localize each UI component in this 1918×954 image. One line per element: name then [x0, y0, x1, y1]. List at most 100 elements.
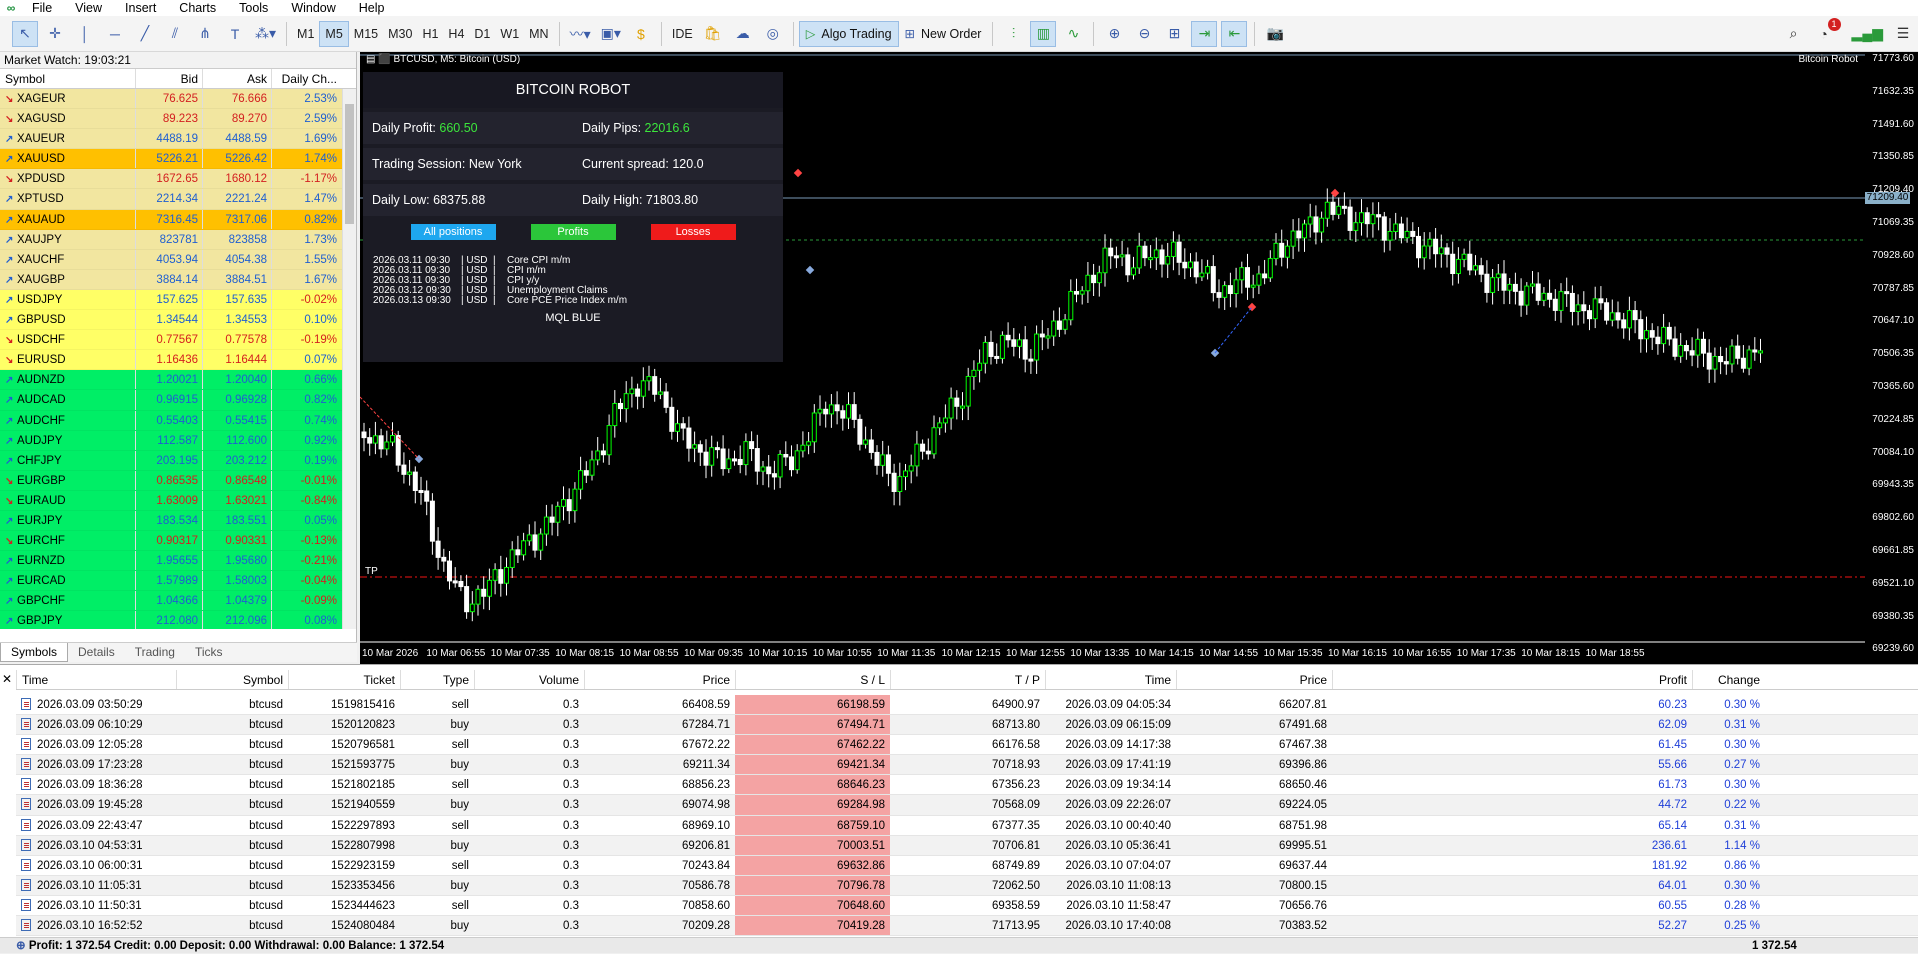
wifi-signal-icon[interactable]: ▂▄▆ [1849, 21, 1886, 47]
market-watch-row[interactable]: ↘ EURUSD 1.16436 1.16444 0.07% [0, 350, 356, 371]
history-col-header[interactable]: Price [1176, 670, 1332, 689]
history-row[interactable]: 2026.03.09 03:50:29 btcusd 1519815416 sell 0… [16, 695, 1918, 716]
history-col-header[interactable]: Symbol [176, 670, 288, 689]
account-icon[interactable]: ☰ [1890, 21, 1916, 47]
close-icon[interactable]: ✕ [0, 672, 14, 686]
market-watch-row[interactable]: ↗ EURJPY 183.534 183.551 0.05% [0, 510, 356, 532]
vertical-line-icon[interactable]: │ [72, 21, 98, 47]
market-watch-row[interactable]: ↗ GBPJPY 212.080 212.096 0.08% [0, 611, 356, 629]
horizontal-line-icon[interactable]: ─ [102, 21, 128, 47]
history-row[interactable]: 2026.03.10 04:53:31 btcusd 1522807998 buy 0.… [16, 835, 1918, 856]
history-row[interactable]: 2026.03.09 22:43:47 btcusd 1522297893 sell 0… [16, 815, 1918, 836]
market-watch-row[interactable]: ↗ EURNZD 1.95655 1.95680 -0.21% [0, 551, 356, 572]
templates-icon[interactable]: ▣▾ [598, 21, 624, 47]
market-watch-row[interactable]: ↗ EURCAD 1.57989 1.58003 -0.04% [0, 571, 356, 592]
autoscroll-icon[interactable]: ⇥ [1191, 20, 1218, 47]
screenshot-icon[interactable]: 📷 [1262, 21, 1288, 47]
menu-charts[interactable]: Charts [169, 0, 229, 16]
menu-view[interactable]: View [65, 0, 115, 16]
market-watch-row[interactable]: ↗ XAUGBP 3884.14 3884.51 1.67% [0, 269, 356, 290]
market-watch-row[interactable]: ↗ CHFJPY 203.195 203.212 0.19% [0, 450, 356, 471]
market-watch-row[interactable]: ↘ XPDUSD 1672.65 1680.12 -1.17% [0, 169, 356, 190]
timeframe-m1[interactable]: M1 [292, 21, 319, 47]
history-row[interactable]: 2026.03.09 19:45:28 btcusd 1521940559 buy 0.… [16, 795, 1918, 816]
market-watch-row[interactable]: ↘ EURAUD 1.63009 1.63021 -0.84% [0, 490, 356, 511]
timeframe-m5[interactable]: M5 [319, 20, 349, 47]
zoom-in-icon[interactable]: ⊕ [1101, 21, 1127, 47]
market-watch-scrollbar[interactable] [342, 89, 356, 629]
history-col-header[interactable]: T / P [890, 670, 1045, 689]
candlestick-icon[interactable]: ▥ [1030, 20, 1057, 47]
history-col-header[interactable]: Ticket [288, 670, 400, 689]
grid-icon[interactable]: ⊞ [1161, 21, 1187, 47]
market-watch-row[interactable]: ↗ AUDNZD 1.20021 1.20040 0.66% [0, 370, 356, 391]
market-watch-row[interactable]: ↗ USDJPY 157.625 157.635 -0.02% [0, 289, 356, 311]
market-watch-row[interactable]: ↗ XAUAUD 7316.45 7317.06 0.82% [0, 209, 356, 230]
history-col-header[interactable]: Price [584, 670, 735, 689]
price-axis[interactable]: 71773.60 71632.35 71491.60 71350.85 71209.40… [1865, 52, 1918, 664]
market-watch-row[interactable]: ↗ XAUEUR 4488.19 4488.59 1.69% [0, 129, 356, 150]
ide-button[interactable]: IDE [667, 21, 698, 47]
history-row[interactable]: 2026.03.09 17:23:28 btcusd 1521593775 buy 0.… [16, 755, 1918, 776]
market-icon[interactable]: 🛍 [700, 21, 726, 47]
notifications-icon[interactable]: ◔ 1 [1811, 17, 1841, 47]
history-row[interactable]: 2026.03.10 06:00:31 btcusd 1522923159 sell 0… [16, 855, 1918, 876]
market-watch-row[interactable]: ↗ GBPUSD 1.34544 1.34553 0.10% [0, 310, 356, 331]
market-watch-row[interactable]: ↘ XAGUSD 89.223 89.270 2.59% [0, 109, 356, 130]
timeframe-h1[interactable]: H1 [417, 21, 443, 47]
algo-trading-button[interactable]: ▷ Algo Trading [798, 20, 899, 47]
col-daily-change-header[interactable]: Daily Ch... [271, 69, 341, 88]
market-watch-row[interactable]: ↘ EURCHF 0.90317 0.90331 -0.13% [0, 531, 356, 552]
history-col-header[interactable]: Volume [474, 670, 584, 689]
menu-tools[interactable]: Tools [229, 0, 281, 16]
col-ask-header[interactable]: Ask [202, 69, 271, 88]
losses-button[interactable]: Losses [650, 224, 736, 240]
history-col-header[interactable]: Change [1692, 670, 1765, 689]
menu-insert[interactable]: Insert [115, 0, 169, 16]
market-watch-row[interactable]: ↗ XAUJPY 823781 823858 1.73% [0, 229, 356, 250]
tab-symbols[interactable]: Symbols [0, 643, 69, 662]
crosshair-icon[interactable]: ✛ [42, 21, 68, 47]
history-row[interactable]: 2026.03.09 18:36:28 btcusd 1521802185 sell 0… [16, 775, 1918, 796]
market-watch-row[interactable]: ↗ AUDJPY 112.587 112.600 0.92% [0, 430, 356, 451]
market-watch-row[interactable]: ↘ XAGEUR 76.625 76.666 2.53% [0, 89, 356, 110]
trendline-icon[interactable]: ╱ [132, 21, 158, 47]
line-chart-icon[interactable]: ∿ [1060, 21, 1086, 47]
bar-chart-icon[interactable]: ⫶ [1000, 21, 1026, 47]
market-watch-row[interactable]: ↗ AUDCAD 0.96915 0.96928 0.82% [0, 390, 356, 411]
history-row[interactable]: 2026.03.09 06:10:29 btcusd 1520120823 buy 0.… [16, 715, 1918, 736]
history-row[interactable]: 2026.03.10 11:05:31 btcusd 1523353456 buy 0.… [16, 875, 1918, 896]
history-row[interactable]: 2026.03.10 11:50:31 btcusd 1523444623 sell 0… [16, 895, 1918, 917]
col-bid-header[interactable]: Bid [135, 69, 202, 88]
shapes-icon[interactable]: ⁂▾ [252, 21, 279, 47]
channel-icon[interactable]: ⫽ [162, 21, 188, 47]
menu-window[interactable]: Window [281, 0, 348, 16]
new-order-button[interactable]: ⊞ New Order [899, 21, 988, 47]
market-watch-row[interactable]: ↗ XAUCHF 4053.94 4054.38 1.55% [0, 249, 356, 270]
timeframe-h4[interactable]: H4 [443, 21, 469, 47]
timeframe-mn[interactable]: MN [524, 21, 553, 47]
tab-trading[interactable]: Trading [125, 643, 185, 662]
all-positions-button[interactable]: All positions [410, 224, 496, 240]
text-tool-icon[interactable]: T [222, 21, 248, 47]
zoom-out-icon[interactable]: ⊖ [1131, 21, 1157, 47]
market-watch-row[interactable]: ↗ AUDCHF 0.55403 0.55415 0.74% [0, 410, 356, 431]
market-watch-row[interactable]: ↗ GBPCHF 1.04366 1.04379 -0.09% [0, 591, 356, 612]
scrollbar-thumb[interactable] [345, 104, 354, 224]
history-col-header[interactable]: Type [400, 670, 474, 689]
signals-icon[interactable]: $ [628, 21, 654, 47]
timeframe-w1[interactable]: W1 [495, 21, 524, 47]
cursor-icon[interactable]: ↖ [12, 20, 38, 47]
col-symbol-header[interactable]: Symbol [0, 69, 135, 88]
timeframe-m30[interactable]: M30 [383, 21, 417, 47]
community-icon[interactable]: ◎ [760, 21, 786, 47]
market-watch-row[interactable]: ↘ USDCHF 0.77567 0.77578 -0.19% [0, 330, 356, 351]
vps-icon[interactable]: ☁ [730, 21, 756, 47]
timeframe-m15[interactable]: M15 [349, 21, 383, 47]
history-col-header[interactable]: Profit [1332, 670, 1692, 689]
timeframe-d1[interactable]: D1 [469, 21, 495, 47]
tab-ticks[interactable]: Ticks [185, 643, 233, 662]
history-row[interactable]: 2026.03.09 12:05:28 btcusd 1520796581 sell 0… [16, 735, 1918, 756]
menu-help[interactable]: Help [349, 0, 398, 16]
market-watch-row[interactable]: ↘ EURGBP 0.86535 0.86548 -0.01% [0, 470, 356, 491]
